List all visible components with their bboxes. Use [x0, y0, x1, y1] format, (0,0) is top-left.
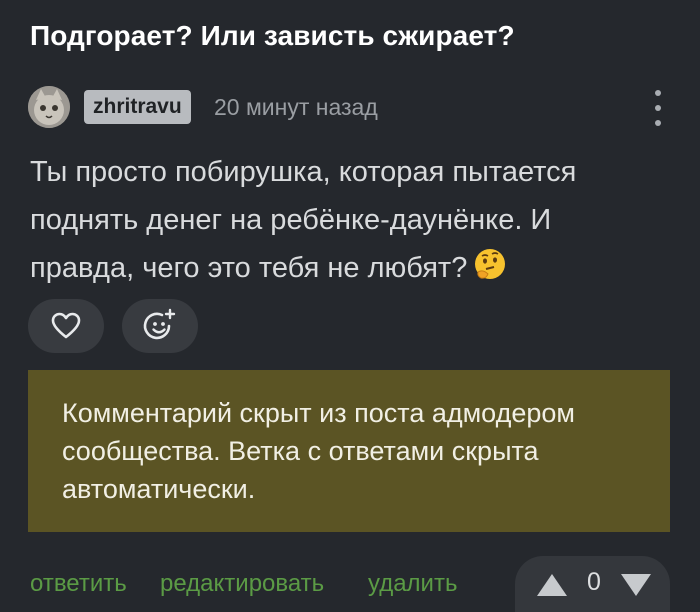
heart-icon [51, 312, 81, 339]
comment-timestamp[interactable]: 20 минут назад [214, 94, 378, 121]
username-badge[interactable]: zhritravu [84, 90, 191, 124]
notice-text: Комментарий скрыт из поста адмодером соо… [62, 398, 575, 504]
edit-link[interactable]: редактировать [160, 570, 324, 598]
reply-link[interactable]: ответить [30, 570, 127, 598]
add-reaction-button[interactable] [122, 299, 198, 353]
post-title[interactable]: Подгорает? Или зависть сжирает? [30, 20, 515, 52]
avatar[interactable] [28, 86, 70, 128]
downvote-arrow-icon[interactable] [619, 572, 653, 598]
add-emoji-icon [143, 308, 176, 340]
thinking-face-icon [473, 247, 507, 296]
more-options-icon[interactable] [652, 90, 664, 126]
like-button[interactable] [28, 299, 104, 353]
more-dot [655, 120, 661, 126]
more-dot [655, 105, 661, 111]
comment-header: zhritravu 20 минут назад [28, 86, 678, 130]
comment-body: Ты просто побирушка, которая пытается по… [30, 148, 660, 296]
delete-link[interactable]: удалить [368, 570, 457, 598]
upvote-arrow-icon[interactable] [535, 572, 569, 598]
vote-control: 0 [515, 556, 670, 612]
vote-count: 0 [587, 568, 601, 596]
hidden-comment-notice: Комментарий скрыт из поста адмодером соо… [28, 370, 670, 532]
more-dot [655, 90, 661, 96]
